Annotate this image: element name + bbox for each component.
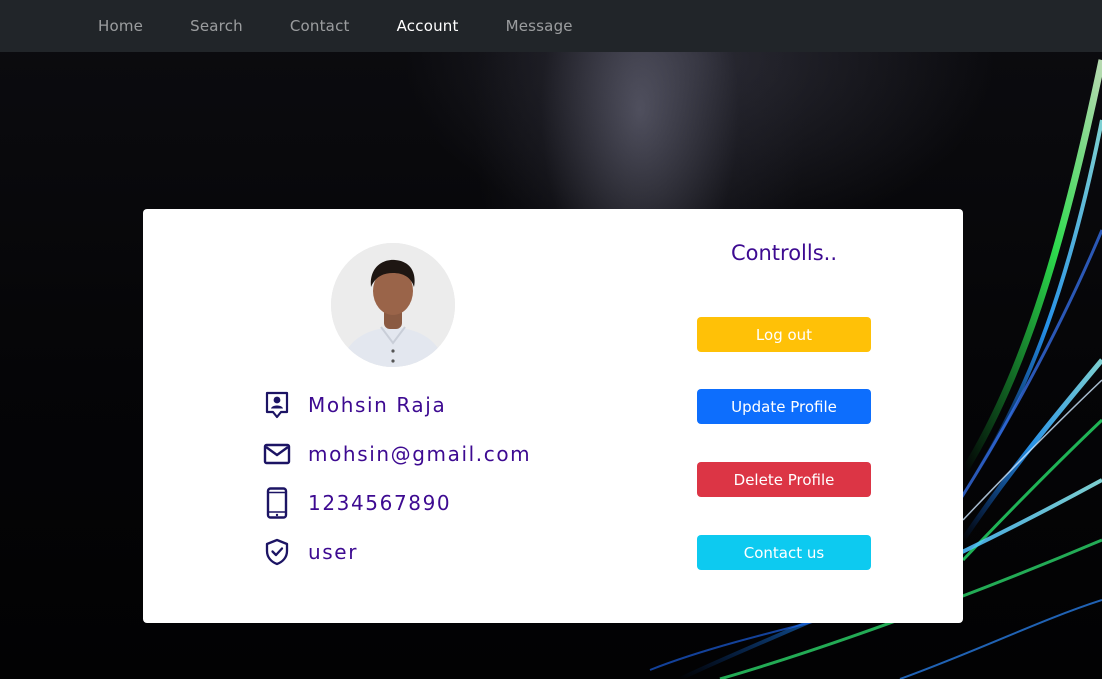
envelope-icon [263, 440, 291, 468]
profile-email-row: mohsin@gmail.com [263, 440, 531, 468]
nav-home[interactable]: Home [98, 17, 143, 35]
nav-contact[interactable]: Contact [290, 17, 350, 35]
update-profile-button[interactable]: Update Profile [697, 389, 871, 424]
profile-name-row: Mohsin Raja [263, 391, 446, 419]
delete-profile-button[interactable]: Delete Profile [697, 462, 871, 497]
phone-icon [263, 487, 291, 519]
profile-role: user [308, 540, 359, 564]
contact-us-button[interactable]: Contact us [697, 535, 871, 570]
profile-avatar [331, 243, 455, 367]
nav-search[interactable]: Search [190, 17, 243, 35]
nav-account[interactable]: Account [397, 17, 459, 35]
person-badge-icon [263, 391, 291, 419]
profile-name: Mohsin Raja [308, 393, 447, 417]
shield-check-icon [263, 538, 291, 566]
profile-email: mohsin@gmail.com [308, 442, 532, 466]
person-photo-icon [331, 243, 455, 367]
profile-phone: 1234567890 [308, 491, 452, 515]
nav-message[interactable]: Message [506, 17, 573, 35]
controls-heading: Controlls.. [730, 241, 838, 265]
profile-role-row: user [263, 538, 358, 566]
logout-button[interactable]: Log out [697, 317, 871, 352]
profile-phone-row: 1234567890 [263, 487, 452, 519]
top-navbar: Home Search Contact Account Message [0, 0, 1102, 52]
profile-card: Mohsin Raja mohsin@gmail.com 1234567890 [143, 209, 963, 623]
